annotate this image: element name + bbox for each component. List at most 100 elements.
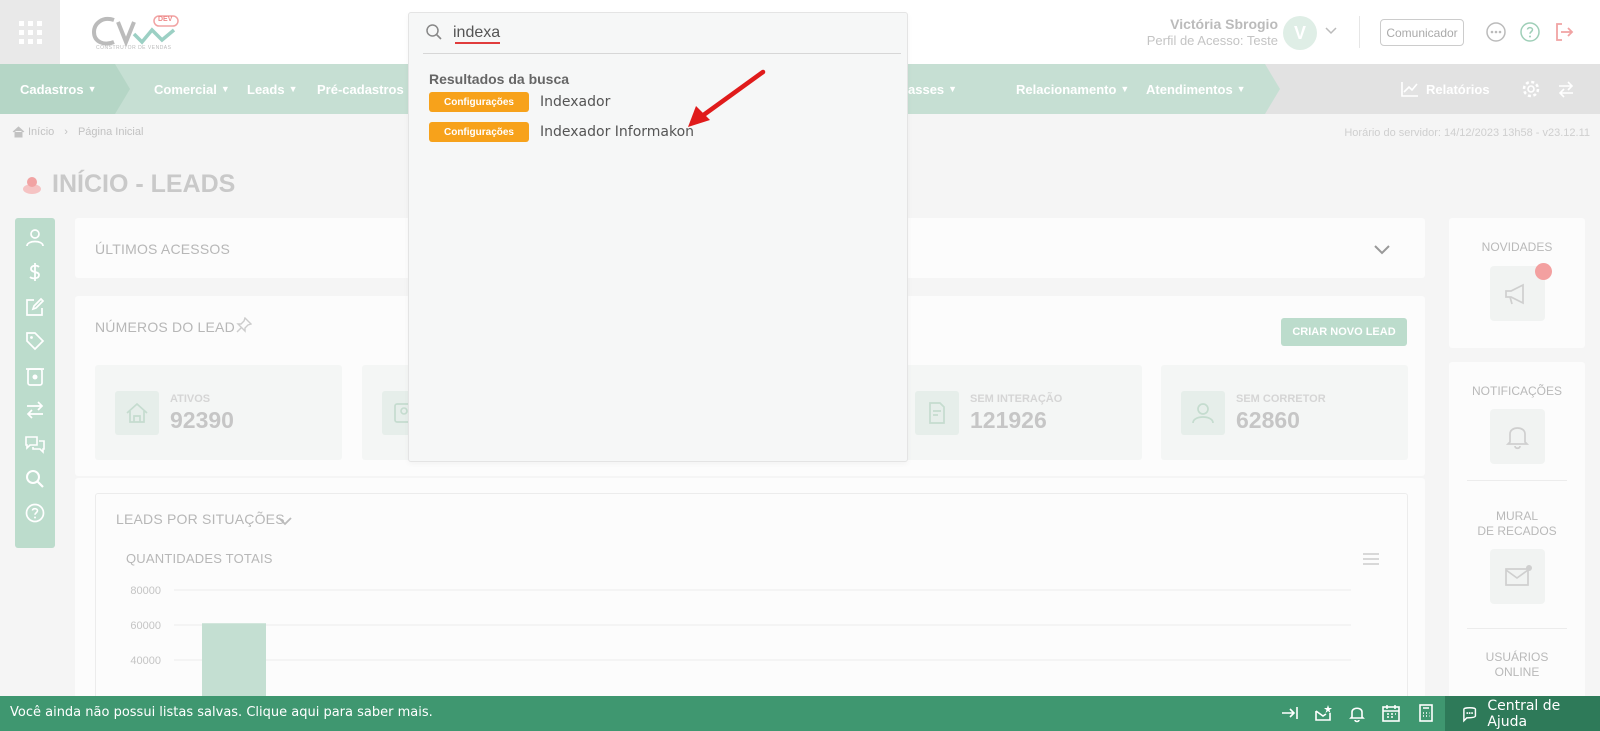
- stat-ativos[interactable]: ATIVOS 92390: [95, 365, 342, 460]
- user-icon: [1181, 391, 1225, 435]
- novidades-title: NOVIDADES: [1481, 240, 1553, 254]
- stat-label: SEM CORRETOR: [1236, 393, 1326, 405]
- line-chart-icon: [1401, 82, 1418, 97]
- chevron-down-icon: ▼: [87, 84, 97, 94]
- chevron-down-icon[interactable]: [1374, 242, 1390, 260]
- user-icon[interactable]: [24, 226, 46, 248]
- bell-icon[interactable]: [1490, 409, 1545, 464]
- user-profile: Perfil de Acesso: Teste: [1146, 33, 1278, 48]
- starred-inbox-icon[interactable]: [1313, 703, 1333, 723]
- mural-line2: DE RECADOS: [1477, 524, 1557, 538]
- bell-icon[interactable]: [1347, 703, 1367, 723]
- calendar-icon[interactable]: [1381, 703, 1401, 723]
- nav-item-relacionamento[interactable]: Relacionamento ▼: [1016, 64, 1129, 114]
- chat-icon[interactable]: [24, 433, 46, 455]
- edit-icon[interactable]: [24, 296, 46, 318]
- nav-item-label: Atendimentos: [1146, 81, 1233, 97]
- nav-item-classes[interactable]: asses ▼: [908, 64, 957, 114]
- breadcrumb: Início › Página Inicial: [12, 126, 143, 138]
- nav-item-leads[interactable]: Leads ▼: [247, 64, 298, 114]
- notification-dot: [1535, 263, 1552, 280]
- cv-logo[interactable]: DEV CONSTRUTOR DE VENDAS: [91, 12, 188, 54]
- chart-subtitle: QUANTIDADES TOTAIS: [126, 551, 273, 566]
- y-tick-label: 60000: [130, 620, 161, 632]
- nav-item-pre-cadastros[interactable]: Pré-cadastros▼: [317, 64, 417, 114]
- result-label[interactable]: Indexador Informakon: [540, 124, 694, 140]
- search-result-item[interactable]: Configurações Indexador Informakon: [429, 122, 694, 142]
- red-arrow-annotation: [688, 69, 766, 127]
- nav-item-label: Leads: [247, 81, 285, 97]
- breadcrumb-home[interactable]: Início: [28, 126, 54, 138]
- breadcrumb-current: Página Inicial: [77, 126, 144, 138]
- apps-menu-button[interactable]: [0, 0, 60, 64]
- search-result-item[interactable]: Configurações Indexador: [429, 92, 610, 112]
- create-lead-button[interactable]: CRIAR NOVO LEAD: [1281, 318, 1407, 346]
- search-input[interactable]: [453, 21, 873, 45]
- stat-label: SEM INTERAÇÃO: [970, 393, 1063, 405]
- nav-item-atendimentos[interactable]: Atendimentos ▼: [1146, 64, 1246, 114]
- novidades-panel[interactable]: NOVIDADES: [1449, 218, 1585, 348]
- avatar[interactable]: V: [1283, 16, 1317, 50]
- usuarios-title: USUÁRIOS ONLINE: [1449, 650, 1585, 680]
- logout-icon[interactable]: [1552, 20, 1576, 44]
- calculator-icon[interactable]: [1416, 703, 1436, 723]
- numeros-lead-title: NÚMEROS DO LEAD: [95, 319, 235, 335]
- chevron-down-icon: ▼: [1120, 84, 1130, 94]
- dollar-icon[interactable]: [24, 261, 46, 283]
- leads-icon: [20, 173, 44, 197]
- nav-item-comercial[interactable]: Comercial ▼: [154, 64, 230, 114]
- stat-value: 121926: [970, 407, 1047, 433]
- search-divider: [423, 53, 901, 54]
- grid-icon: [18, 20, 42, 44]
- more-options-icon[interactable]: [1484, 20, 1508, 44]
- search-icon: [425, 23, 443, 41]
- home-icon: [115, 391, 159, 435]
- relatorios-label: Relatórios: [1426, 81, 1490, 97]
- saved-lists-message[interactable]: Você ainda não possui listas salvas. Cli…: [10, 705, 433, 720]
- notificacoes-title: NOTIFICAÇÕES: [1471, 384, 1562, 398]
- result-label[interactable]: Indexador: [540, 94, 610, 110]
- chevron-down-icon: ▼: [288, 84, 298, 94]
- device-icon[interactable]: [24, 365, 46, 387]
- header-divider: [1359, 16, 1360, 48]
- relatorios-link[interactable]: Relatórios: [1400, 64, 1490, 114]
- nav-item-cadastros[interactable]: Cadastros ▼: [20, 64, 97, 114]
- transfer-icon[interactable]: [24, 399, 46, 421]
- swap-icon[interactable]: [1556, 64, 1576, 114]
- help-icon[interactable]: [1518, 20, 1542, 44]
- search-icon[interactable]: [24, 468, 46, 490]
- chevron-down-icon: ▼: [220, 84, 230, 94]
- hamburger-menu-icon[interactable]: [1363, 552, 1379, 570]
- tag-icon[interactable]: [24, 330, 46, 352]
- pin-icon[interactable]: [236, 316, 253, 338]
- result-category-badge: Configurações: [429, 92, 529, 112]
- ultimos-acessos-title: ÚLTIMOS ACESSOS: [95, 241, 230, 257]
- chevron-down-icon[interactable]: [1325, 26, 1337, 38]
- y-tick-label: 80000: [130, 585, 161, 597]
- stat-label: ATIVOS: [170, 393, 211, 405]
- stat-sem-corretor[interactable]: SEM CORRETOR 62860: [1161, 365, 1408, 460]
- home-icon: [12, 126, 25, 138]
- help-circle-icon[interactable]: [24, 502, 46, 524]
- result-category-badge: Configurações: [429, 122, 529, 142]
- nav-item-label: Cadastros: [20, 81, 84, 97]
- stat-value: 92390: [170, 407, 234, 433]
- usuarios-line1: USUÁRIOS: [1485, 650, 1549, 664]
- help-center-button[interactable]: Central de Ajuda: [1445, 696, 1600, 731]
- user-name: Victória Sbrogio: [1170, 16, 1278, 32]
- chart-section-title: LEADS POR SITUAÇÕES: [116, 511, 285, 527]
- help-center-label: Central de Ajuda: [1487, 697, 1561, 730]
- logo-tagline: CONSTRUTOR DE VENDAS: [96, 45, 172, 51]
- stat-sem-interacao[interactable]: SEM INTERAÇÃO 121926: [895, 365, 1142, 460]
- stat-value: 62860: [1236, 407, 1300, 433]
- server-time: Horário do servidor: 14/12/2023 13h58 - …: [1344, 127, 1590, 139]
- search-dropdown: Resultados da busca Configurações Indexa…: [408, 12, 908, 462]
- collapse-right-icon[interactable]: [1280, 703, 1300, 723]
- panel-divider: [1467, 628, 1567, 629]
- gear-icon[interactable]: [1521, 64, 1541, 114]
- comunicador-button[interactable]: Comunicador: [1380, 19, 1464, 46]
- logo-badge: DEV: [158, 16, 173, 23]
- chevron-down-icon[interactable]: [278, 513, 292, 531]
- user-info[interactable]: Victória Sbrogio Perfil de Acesso: Teste: [1147, 16, 1278, 48]
- mail-icon[interactable]: [1490, 549, 1545, 604]
